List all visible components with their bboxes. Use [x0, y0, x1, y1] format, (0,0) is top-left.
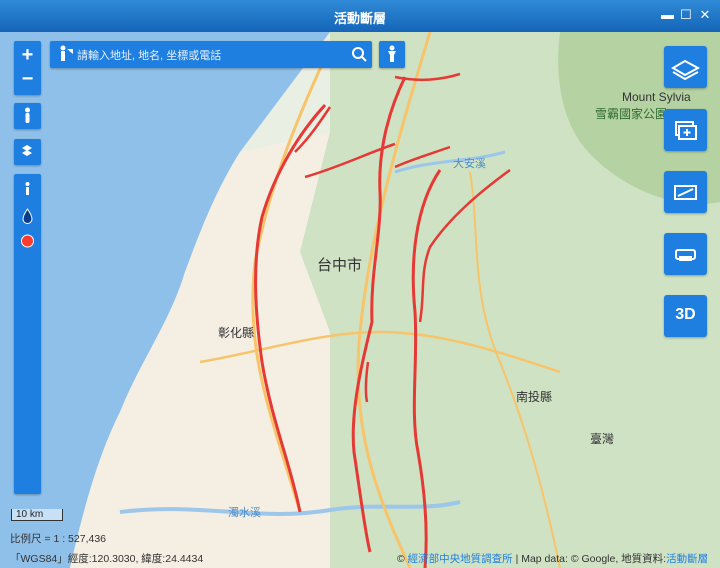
scale-bar: 10 km — [11, 509, 63, 521]
map-attribution: © 經濟部中央地質調查所 | Map data: © Google, 地質資料:… — [397, 551, 708, 566]
fire-icon — [21, 234, 34, 248]
map-label-shei-pa: 雪霸國家公園 — [595, 107, 668, 121]
map-label-dajia-river: 大安溪 — [453, 158, 486, 170]
add-layer-icon — [675, 121, 697, 140]
coordinates-readout: 「WGS84」經度:120.3030, 緯度:24.4434 — [10, 553, 204, 565]
three-d-button[interactable]: 3D — [664, 295, 707, 337]
dropbox-icon — [22, 145, 32, 156]
attribution-prefix: © — [397, 553, 408, 565]
print-icon — [675, 249, 696, 261]
pegman-search-icon[interactable] — [54, 41, 76, 68]
person-icon — [25, 107, 30, 123]
figure-icon — [388, 45, 396, 62]
source-link[interactable]: 經濟部中央地質調查所 — [408, 553, 513, 565]
window-title: 活動斷層 — [333, 11, 386, 26]
zoom-control: + − — [14, 41, 41, 95]
water-drop-icon — [22, 208, 33, 224]
add-layer-button[interactable] — [664, 109, 707, 151]
map-label-nantou: 南投縣 — [516, 390, 553, 404]
scale-bar-label: 10 km — [16, 509, 44, 520]
layers-button[interactable] — [14, 139, 41, 165]
legend-toolbar — [14, 174, 41, 494]
map-label-taiwan: 臺灣 — [590, 432, 615, 446]
map-label-changhua: 彰化縣 — [218, 326, 255, 340]
pegman-button[interactable] — [14, 103, 41, 129]
locate-button[interactable] — [379, 41, 405, 68]
search-icon[interactable] — [348, 41, 370, 68]
layer-link[interactable]: 活動斷層 — [666, 553, 708, 565]
legend-icons — [21, 182, 34, 248]
measure-button[interactable] — [664, 171, 707, 213]
three-d-label: 3D — [675, 306, 696, 323]
zoom-out-button[interactable]: − — [14, 67, 41, 91]
scale-ratio: 比例尺 = 1 : 527,436 — [10, 533, 107, 545]
search-input[interactable] — [75, 45, 344, 66]
print-button[interactable] — [664, 233, 707, 275]
window-titlebar: 活動斷層 ▬ ☐ ✕ — [0, 0, 720, 32]
close-icon[interactable]: ✕ — [699, 8, 711, 21]
basemap-button[interactable] — [664, 46, 707, 88]
person-marker-icon — [25, 182, 30, 195]
maximize-icon[interactable]: ☐ — [680, 8, 692, 21]
map-canvas[interactable]: 台中市 彰化縣 南投縣 臺灣 Mount Sylvia 雪霸國家公園 大安溪 濁… — [0, 32, 720, 568]
search-bar — [50, 41, 372, 68]
attribution-map-data: | Map data: © Google, 地質資料: — [512, 553, 667, 565]
map-label-taichung: 台中市 — [317, 257, 363, 274]
zoom-in-button[interactable]: + — [14, 43, 41, 67]
map-label-zhuoshui-river: 濁水溪 — [228, 507, 261, 519]
map-layer-icon — [671, 59, 701, 81]
map-label-mount-sylvia: Mount Sylvia — [622, 90, 691, 104]
minimize-icon[interactable]: ▬ — [661, 8, 674, 21]
measure-icon — [674, 185, 697, 200]
